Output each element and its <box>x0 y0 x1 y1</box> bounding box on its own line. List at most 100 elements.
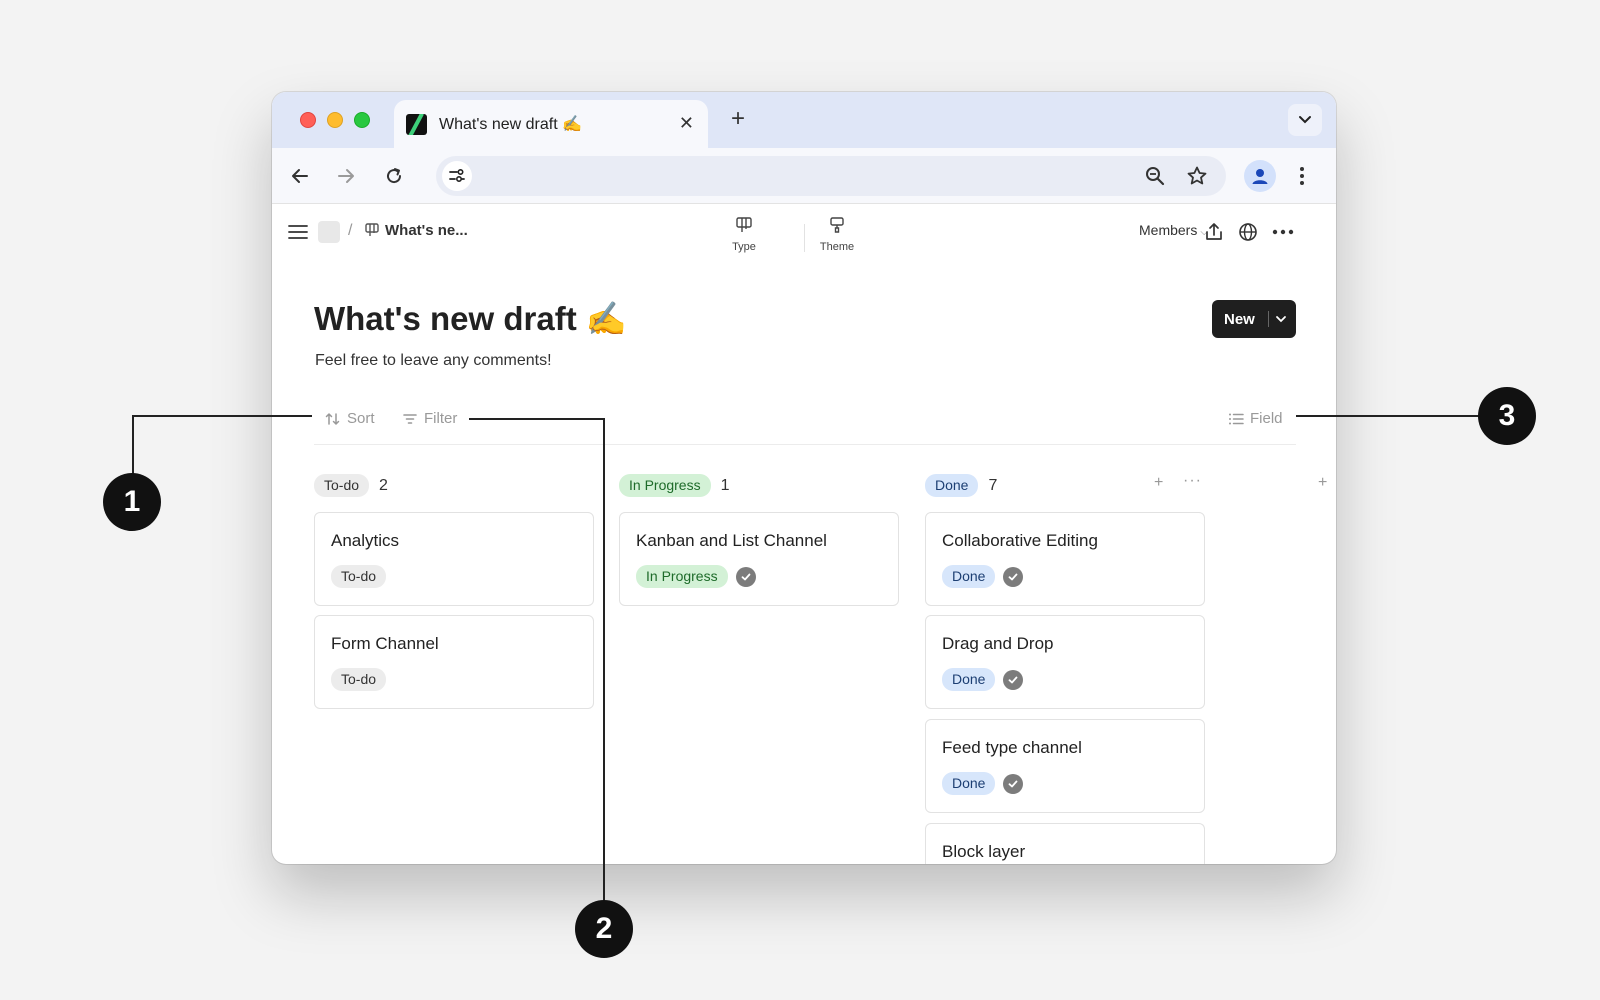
view-theme-label: Theme <box>819 241 855 253</box>
filter-icon <box>403 413 417 424</box>
card-tags: Done <box>942 668 1024 691</box>
card-title: Analytics <box>331 531 400 550</box>
card[interactable]: Block layer <box>925 823 1205 864</box>
card[interactable]: Drag and Drop Done <box>925 615 1205 709</box>
new-dropdown-chevron-icon[interactable] <box>1274 312 1288 331</box>
tab-title: What's new draft ✍️ <box>439 116 583 133</box>
add-card-button[interactable]: + <box>1154 474 1163 492</box>
tab-strip: What's new draft ✍️ ✕ + <box>272 92 1336 148</box>
status-pill: To-do <box>331 668 387 691</box>
bookmark-button[interactable] <box>1186 165 1208 192</box>
site-info-button[interactable] <box>442 161 472 191</box>
card-title: Drag and Drop <box>942 634 1054 653</box>
new-button-divider <box>1268 311 1269 327</box>
zoom-icon <box>1146 167 1165 186</box>
zoom-button[interactable] <box>1144 165 1166 192</box>
sort-button[interactable]: Sort <box>325 410 375 427</box>
column-more-button[interactable]: ··· <box>1183 472 1202 490</box>
breadcrumb-page-title[interactable]: What's ne... <box>385 222 468 239</box>
reload-button[interactable] <box>380 162 408 190</box>
field-button[interactable]: Field <box>1228 410 1283 427</box>
tab-close-button[interactable]: ✕ <box>679 112 694 134</box>
filter-button[interactable]: Filter <box>402 410 457 427</box>
column-header-in-progress: In Progress 1 <box>619 474 730 497</box>
card-title: Form Channel <box>331 634 439 653</box>
status-pill: Done <box>942 565 996 588</box>
card-title: Kanban and List Channel <box>636 531 827 550</box>
callout-line <box>132 415 134 477</box>
callout-line <box>1296 415 1480 417</box>
view-divider <box>804 224 805 252</box>
theme-brush-icon <box>812 216 862 237</box>
minimize-window-button[interactable] <box>327 112 343 128</box>
tab-search-button[interactable] <box>1288 104 1322 136</box>
callout-marker-1: 1 <box>103 473 161 531</box>
column-count: 1 <box>720 476 730 494</box>
callout-marker-3: 3 <box>1478 387 1536 445</box>
filter-label: Filter <box>424 410 458 427</box>
maximize-window-button[interactable] <box>354 112 370 128</box>
check-icon <box>1003 669 1024 690</box>
view-theme-button[interactable]: Theme <box>812 216 862 253</box>
check-icon <box>735 566 756 587</box>
browser-toolbar <box>272 148 1336 204</box>
back-arrow-icon <box>292 169 308 183</box>
close-window-button[interactable] <box>300 112 316 128</box>
profile-button[interactable] <box>1244 160 1276 192</box>
members-label: Members <box>1139 222 1198 238</box>
callout-line <box>603 418 605 902</box>
browser-menu-button[interactable] <box>1290 162 1314 190</box>
new-button[interactable]: New <box>1212 300 1296 338</box>
card-title: Feed type channel <box>942 738 1082 757</box>
address-bar[interactable] <box>436 156 1226 196</box>
more-options-button[interactable] <box>1271 220 1295 244</box>
sort-icon <box>325 412 340 425</box>
card[interactable]: Kanban and List Channel In Progress <box>619 512 899 606</box>
status-pill[interactable]: Done <box>925 474 979 497</box>
forward-arrow-icon <box>338 169 354 183</box>
new-tab-button[interactable]: + <box>724 106 752 134</box>
callout-line <box>469 418 605 420</box>
view-type-label: Type <box>732 241 756 253</box>
new-button-label: New <box>1224 311 1255 328</box>
column-count: 7 <box>988 476 998 494</box>
sidebar-toggle-button[interactable] <box>288 222 308 247</box>
kanban-page-icon <box>364 222 380 243</box>
page-title: What's new draft ✍️ <box>314 300 627 337</box>
view-type-button[interactable]: Type <box>724 216 764 253</box>
card[interactable]: Collaborative Editing Done <box>925 512 1205 606</box>
card[interactable]: Form Channel To-do <box>314 615 594 709</box>
forward-button[interactable] <box>332 162 360 190</box>
more-horizontal-icon <box>1272 229 1294 235</box>
add-column-button[interactable]: + <box>1318 474 1327 492</box>
share-button[interactable] <box>1202 220 1226 244</box>
status-pill[interactable]: To-do <box>314 474 370 497</box>
field-label: Field <box>1250 410 1283 427</box>
status-pill[interactable]: In Progress <box>619 474 711 497</box>
kebab-icon <box>1300 167 1304 185</box>
status-pill: Done <box>942 668 996 691</box>
callout-marker-2: 2 <box>575 900 633 958</box>
members-dropdown[interactable]: Members ⌵ <box>1139 222 1208 238</box>
check-icon <box>1003 566 1024 587</box>
controls-divider <box>314 444 1296 445</box>
app-header: / What's ne... Type Theme Members ⌵ <box>272 204 1336 264</box>
card-tags: To-do <box>331 565 387 588</box>
card-tags: In Progress <box>636 565 756 588</box>
workspace-logo[interactable] <box>318 221 340 243</box>
profile-icon <box>1252 169 1268 184</box>
card[interactable]: Analytics To-do <box>314 512 594 606</box>
card-tags: Done <box>942 565 1024 588</box>
card-title: Collaborative Editing <box>942 531 1098 550</box>
card-tags: Done <box>942 772 1024 795</box>
globe-icon <box>1239 223 1257 241</box>
sort-label: Sort <box>347 410 375 427</box>
publish-button[interactable] <box>1236 220 1260 244</box>
share-icon <box>1206 223 1222 240</box>
check-icon <box>1003 773 1024 794</box>
browser-tab[interactable]: What's new draft ✍️ ✕ <box>394 100 708 148</box>
card[interactable]: Feed type channel Done <box>925 719 1205 813</box>
back-button[interactable] <box>286 162 314 190</box>
hamburger-icon <box>288 225 308 239</box>
chevron-down-icon <box>1299 116 1311 124</box>
